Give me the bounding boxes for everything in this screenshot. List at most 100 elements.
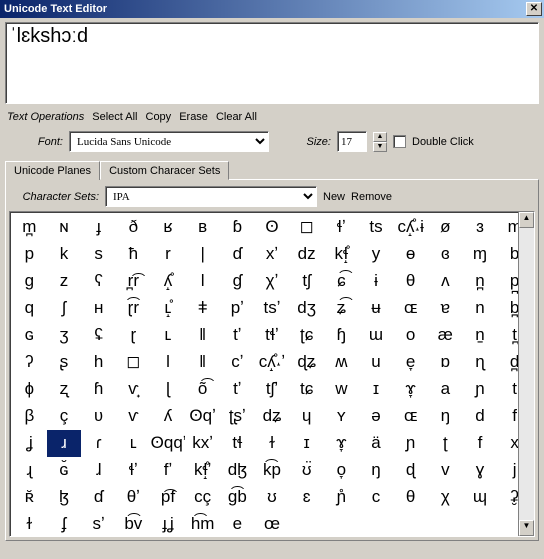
char-cell[interactable]: k [47,241,82,268]
char-cell[interactable]: ʜ [81,295,116,322]
char-cell[interactable]: ɬʼ [116,457,151,484]
char-cell[interactable]: ɖʑ [289,349,324,376]
char-cell[interactable]: ʔ [12,349,47,376]
char-cell[interactable]: ɺ [81,457,116,484]
char-cell[interactable]: ɬʼ [324,214,359,241]
char-cell[interactable]: ɳ [463,349,498,376]
char-cell[interactable]: q [12,295,47,322]
char-cell[interactable]: æ [428,322,463,349]
char-cell[interactable]: ɲ [393,430,428,457]
char-cell[interactable]: ɟʝ [151,511,186,537]
char-cell[interactable]: ɞ [428,241,463,268]
grid-scrollbar[interactable]: ▲ ▼ [518,212,534,536]
char-cell[interactable]: tɬʼ [255,322,290,349]
char-cell[interactable]: χʼ [255,268,290,295]
char-cell[interactable]: ɒ [428,349,463,376]
char-cell[interactable]: ɫ [12,511,47,537]
char-cell[interactable]: ʈ [428,430,463,457]
char-cell[interactable]: cʎ̝̊˔ʼ [255,349,290,376]
char-cell[interactable]: ɶ [393,295,428,322]
char-cell[interactable]: ʏ [324,403,359,430]
char-cell[interactable]: ʘqqʼ [151,430,186,457]
char-cell[interactable]: ɪ [359,376,394,403]
char-cell[interactable]: β [12,403,47,430]
char-cell[interactable]: ʀ̆ [12,484,47,511]
char-cell[interactable]: ʒ [47,322,82,349]
char-cell[interactable]: ǂ [185,295,220,322]
char-cell[interactable]: ɐ [428,295,463,322]
char-cell[interactable]: ʑ͡ [324,295,359,322]
char-cell[interactable]: ʘ [255,214,290,241]
char-cell[interactable]: ɕ͡ [324,268,359,295]
char-cell[interactable]: ø [428,214,463,241]
char-cell[interactable]: ð [116,214,151,241]
font-select[interactable]: Lucida Sans Unicode [69,131,269,152]
char-cell[interactable]: ɠ [220,268,255,295]
char-cell[interactable]: ɰ [463,484,498,511]
char-cell[interactable]: ʄ [47,511,82,537]
erase-button[interactable]: Erase [179,111,208,123]
char-cell[interactable]: a [428,376,463,403]
char-cell[interactable]: ɧ [324,322,359,349]
char-cell[interactable]: ç [47,403,82,430]
char-cell[interactable]: cʼ [220,349,255,376]
char-cell[interactable]: tʃ [289,268,324,295]
char-cell[interactable]: ħ [116,241,151,268]
char-cell[interactable]: ʁ [151,214,186,241]
char-cell[interactable]: ɽ͡r [116,295,151,322]
char-cell[interactable]: kxʼ [185,430,220,457]
char-cell[interactable]: tʃʼ [255,376,290,403]
char-cell[interactable]: kɬ̝̊ [324,241,359,268]
char-cell[interactable]: ɤ̞ [393,376,428,403]
char-cell[interactable]: w [324,376,359,403]
char-cell[interactable]: ʢ [81,322,116,349]
char-cell[interactable]: ʌ [428,268,463,295]
char-cell[interactable]: tɬ [220,430,255,457]
scroll-track[interactable] [519,228,534,520]
char-cell[interactable]: ‖ [185,322,220,349]
char-cell[interactable]: l [151,349,186,376]
char-cell[interactable]: ɪ [289,430,324,457]
char-cell[interactable]: ʃ [47,295,82,322]
char-cell[interactable]: k͡p [255,457,290,484]
char-cell[interactable]: θ [393,484,428,511]
char-cell[interactable]: ɣ [463,457,498,484]
char-cell[interactable]: ʉ [359,295,394,322]
char-cell[interactable]: dz [289,241,324,268]
char-cell[interactable]: p [12,241,47,268]
char-cell[interactable]: h [81,349,116,376]
char-cell[interactable]: ɲ̊ [324,484,359,511]
tab-unicode-planes[interactable]: Unicode Planes [5,161,100,180]
char-cell[interactable]: ä [359,430,394,457]
char-cell[interactable]: ɯ [359,322,394,349]
char-cell[interactable]: ʈʂʼ [220,403,255,430]
char-cell[interactable]: ŋ [359,457,394,484]
char-cell[interactable]: ɟ [81,214,116,241]
char-cell[interactable]: ʋ [81,403,116,430]
char-cell[interactable]: ◻ [289,214,324,241]
char-cell[interactable]: ɵ [393,241,428,268]
close-icon[interactable]: ✕ [526,2,542,16]
char-cell[interactable]: ɮ [47,484,82,511]
char-cell[interactable]: ɫ [255,430,290,457]
char-cell[interactable]: ǀ [185,268,220,295]
scroll-down-icon[interactable]: ▼ [519,520,534,536]
char-cell[interactable]: ɛ [289,484,324,511]
char-cell[interactable]: ʈɕ [289,322,324,349]
char-cell[interactable]: r [151,241,186,268]
char-cell[interactable]: ɗ [220,241,255,268]
char-cell[interactable]: ɥ [289,403,324,430]
char-cell[interactable]: fʼ [151,457,186,484]
char-cell[interactable]: e̞ [393,349,428,376]
char-cell[interactable]: sʼ [81,511,116,537]
char-cell[interactable]: ɖ [393,457,428,484]
character-set-select[interactable]: IPA [105,186,317,207]
char-cell[interactable]: ɢ̆ [47,457,82,484]
char-cell[interactable]: ɸ [12,376,47,403]
char-cell[interactable]: õ͡ [185,376,220,403]
remove-charset-button[interactable]: Remove [351,191,392,203]
char-cell[interactable]: g [12,268,47,295]
char-cell[interactable]: ʍ [324,349,359,376]
char-cell[interactable]: ʂ [47,349,82,376]
char-cell[interactable]: f [463,430,498,457]
